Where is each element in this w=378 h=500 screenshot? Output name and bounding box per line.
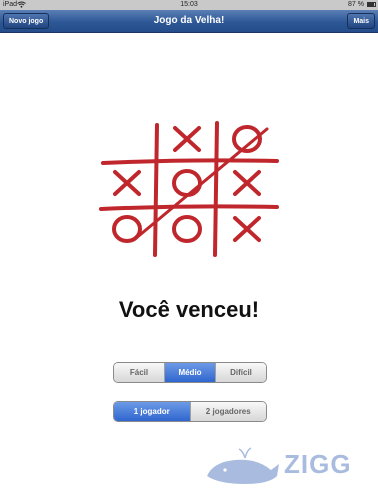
x-mark bbox=[233, 216, 261, 242]
difficulty-selector: Fácil Médio Difícil bbox=[113, 362, 267, 383]
battery-icon bbox=[367, 2, 376, 7]
result-message: Você venceu! bbox=[118, 297, 260, 322]
battery-percent: 87 % bbox=[348, 1, 364, 8]
more-button[interactable]: Mais bbox=[347, 13, 375, 29]
board-grid bbox=[99, 121, 279, 257]
difficulty-easy[interactable]: Fácil bbox=[114, 363, 165, 382]
x-mark bbox=[173, 126, 201, 152]
difficulty-medium[interactable]: Médio bbox=[165, 363, 216, 382]
status-bar: iPad 15:03 87 % bbox=[0, 0, 378, 10]
two-players-option[interactable]: 2 jogadores bbox=[190, 402, 266, 421]
difficulty-hard[interactable]: Difícil bbox=[216, 363, 266, 382]
page-title: Jogo da Velha! bbox=[153, 15, 225, 26]
o-mark bbox=[172, 215, 202, 243]
x-mark bbox=[113, 170, 141, 196]
watermark-text: ZIGG bbox=[284, 449, 352, 479]
o-mark bbox=[172, 169, 202, 197]
players-selector: 1 jogador 2 jogadores bbox=[113, 401, 267, 422]
one-player-option[interactable]: 1 jogador bbox=[114, 402, 191, 421]
navigation-bar: Novo jogo Jogo da Velha! Mais bbox=[0, 10, 378, 33]
x-mark bbox=[233, 170, 261, 196]
game-board bbox=[99, 117, 279, 257]
clock: 15:03 bbox=[180, 1, 198, 8]
